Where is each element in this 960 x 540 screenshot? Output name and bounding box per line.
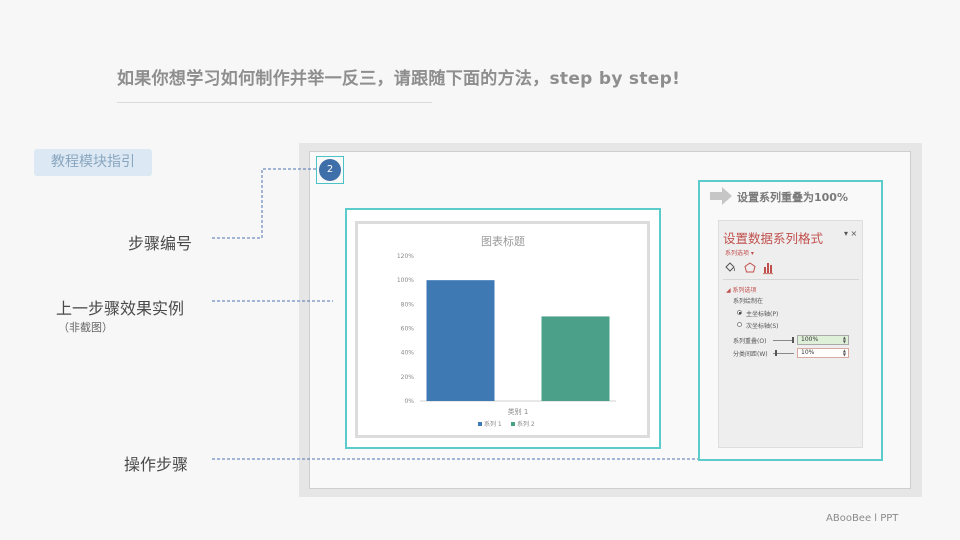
annotation-leader-lines [212,168,698,460]
leader-step-number [212,168,316,239]
footer-brand: ABooBee l PPT [826,513,899,524]
